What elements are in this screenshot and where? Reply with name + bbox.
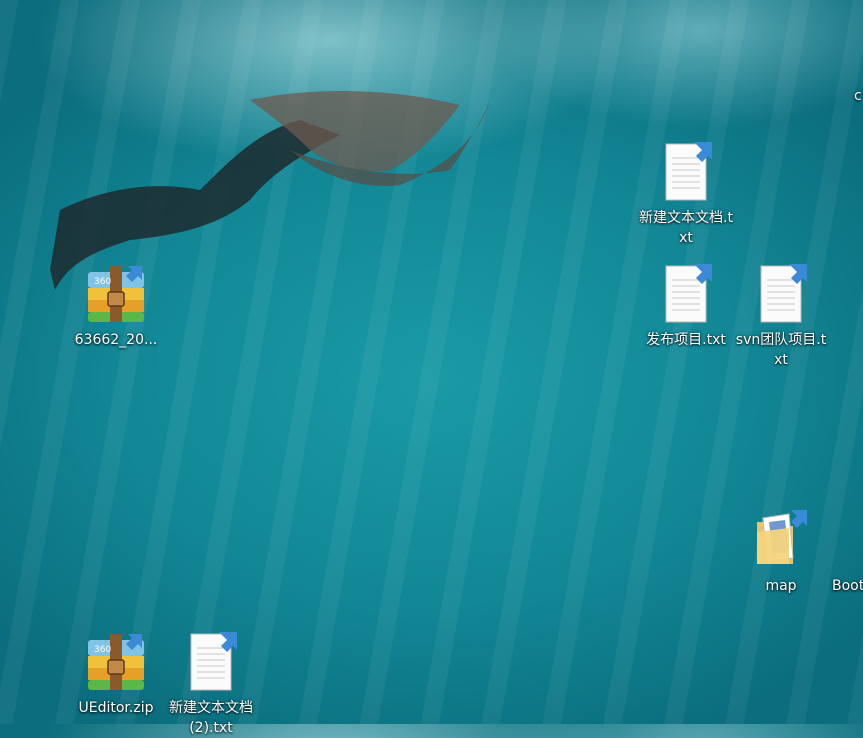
desktop-icon-ueditor-zip[interactable]: 360 UEditor.zip xyxy=(68,630,164,718)
desktop-icon-boot[interactable]: Boot xyxy=(828,508,863,596)
svg-text:360: 360 xyxy=(94,277,111,287)
folder-icon xyxy=(844,18,863,82)
icon-label: 发布项目.txt xyxy=(646,332,726,348)
desktop-icon-63662-zip[interactable]: 360 63662_20... xyxy=(68,262,164,350)
text-file-icon xyxy=(654,140,718,204)
zip-archive-icon: 360 xyxy=(84,262,148,326)
text-file-icon xyxy=(654,262,718,326)
text-file-icon xyxy=(179,630,243,694)
desktop-icon-new-text-doc[interactable]: 新建文本文档.txt xyxy=(638,140,734,248)
icon-label: c xyxy=(854,88,862,104)
icon-label: 新建文本文档(2).txt xyxy=(169,700,253,736)
desktop-icon-publish-project[interactable]: 发布项目.txt xyxy=(638,262,734,350)
icon-label: Boot xyxy=(832,578,863,594)
icon-label: UEditor.zip xyxy=(78,700,154,716)
folder-icon xyxy=(749,508,813,572)
svg-text:360: 360 xyxy=(94,645,111,655)
file-icon xyxy=(844,508,863,572)
text-file-icon xyxy=(749,262,813,326)
icon-label: 63662_20... xyxy=(74,332,158,348)
icon-label: 新建文本文档.txt xyxy=(639,210,733,246)
desktop-icon-map-folder[interactable]: map xyxy=(733,508,829,596)
desktop-icon-new-text-doc-2[interactable]: 新建文本文档(2).txt xyxy=(163,630,259,738)
icon-label: map xyxy=(765,578,797,594)
zip-archive-icon: 360 xyxy=(84,630,148,694)
desktop-icon-svn-team-project[interactable]: svn团队项目.txt xyxy=(733,262,829,370)
icon-label: svn团队项目.txt xyxy=(735,332,827,368)
desktop-icon-partial-folder[interactable]: c xyxy=(828,18,863,106)
